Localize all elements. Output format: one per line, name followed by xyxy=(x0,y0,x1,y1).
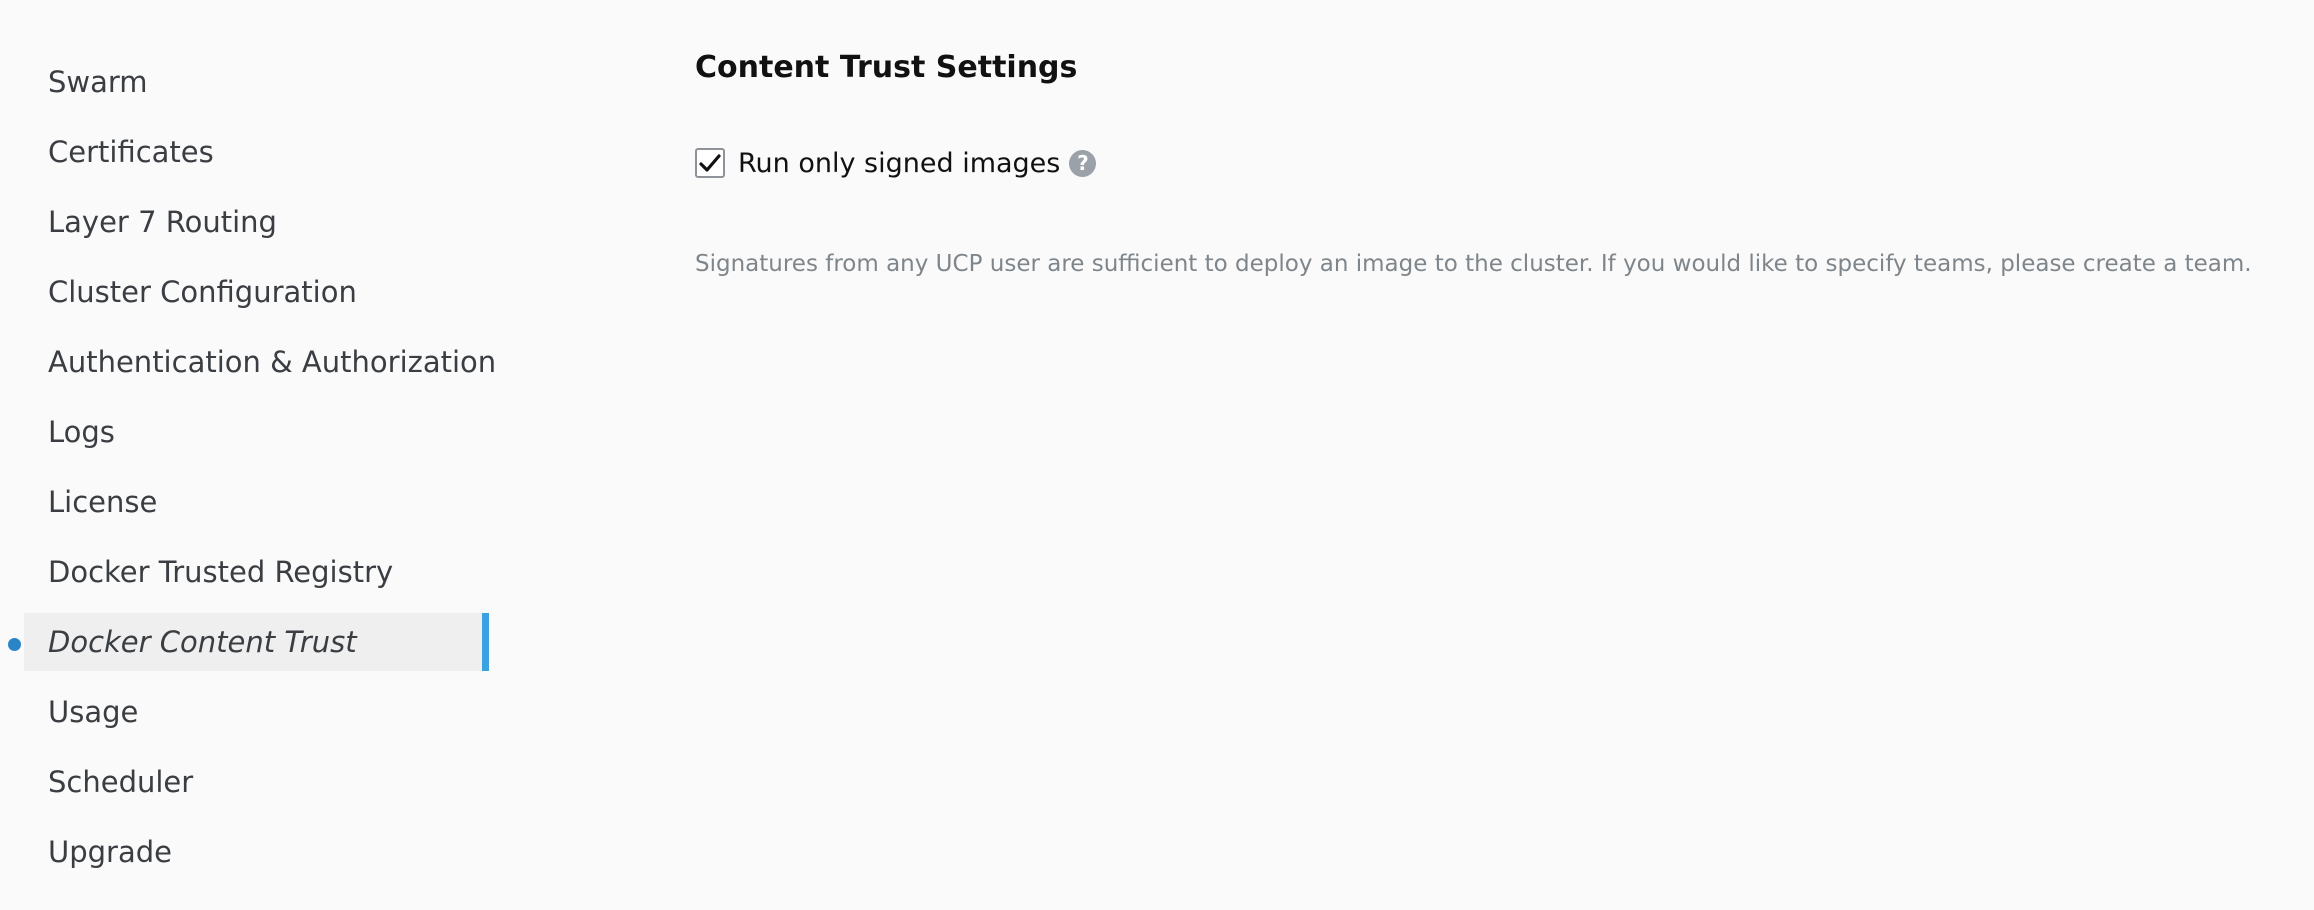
sidebar-item-swarm[interactable]: Swarm xyxy=(24,53,489,111)
sidebar-item-certificates[interactable]: Certificates xyxy=(24,123,489,181)
sidebar-item-docker-content-trust[interactable]: Docker Content Trust xyxy=(24,613,489,671)
active-indicator-dot xyxy=(8,638,21,651)
sidebar-item-scheduler[interactable]: Scheduler xyxy=(24,753,489,811)
settings-sidebar: Swarm Certificates Layer 7 Routing Clust… xyxy=(0,0,500,910)
page-title: Content Trust Settings xyxy=(695,50,1078,85)
checkmark-icon xyxy=(699,154,721,172)
content-trust-help-text: Signatures from any UCP user are suffici… xyxy=(695,251,2252,277)
sidebar-item-upgrade[interactable]: Upgrade xyxy=(24,823,489,881)
sidebar-item-cluster-configuration[interactable]: Cluster Configuration xyxy=(24,263,489,321)
question-circle-icon[interactable]: ? xyxy=(1069,149,1097,177)
sidebar-item-layer-7-routing[interactable]: Layer 7 Routing xyxy=(24,193,489,251)
content-trust-panel: Content Trust Settings Run only signed i… xyxy=(695,0,2295,910)
sidebar-item-usage[interactable]: Usage xyxy=(24,683,489,741)
sidebar-item-logs[interactable]: Logs xyxy=(24,403,489,461)
signed-images-checkbox[interactable] xyxy=(695,148,725,178)
signed-images-label[interactable]: Run only signed images xyxy=(738,148,1060,179)
sidebar-item-docker-trusted-registry[interactable]: Docker Trusted Registry xyxy=(24,543,489,601)
sidebar-item-license[interactable]: License xyxy=(24,473,489,531)
signed-images-option: Run only signed images ? xyxy=(695,145,1097,181)
sidebar-item-authentication-authorization[interactable]: Authentication & Authorization xyxy=(24,333,496,391)
